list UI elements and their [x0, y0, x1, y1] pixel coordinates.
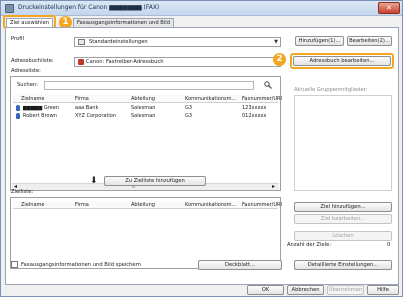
destination-list-label: Zielliste: — [11, 189, 34, 195]
addressbook-icon — [78, 59, 84, 65]
detailed-settings-button[interactable]: Detaillierte Einstellungen... — [294, 260, 392, 270]
add-destination-button[interactable]: Ziel hinzufügen... — [294, 202, 392, 212]
group-members-box — [294, 95, 392, 191]
cover-sheet-button[interactable]: Deckblatt... — [198, 260, 282, 270]
cell-company: aaa Bank — [75, 105, 99, 111]
title-bar: Druckeinstellungen für Canon ▆▆▆▆▆▆▆ (FA… — [1, 1, 402, 16]
save-sender-info-checkbox[interactable] — [11, 261, 18, 268]
table-row[interactable]: Robert Brown XYZ Corporation Salesman G3… — [13, 112, 278, 120]
edit-destination-button[interactable]: Ziel bearbeiten... — [294, 214, 392, 224]
help-button[interactable]: Hilfe — [367, 285, 399, 295]
address-list-box: Suchen: Zielname Firma Abteilung Kommuni… — [10, 76, 282, 191]
column-header-department[interactable]: Abteilung — [131, 96, 155, 102]
tab-panel: Profil Standardeinstellungen ▼ Hinzufüge… — [5, 27, 399, 285]
add-to-destination-list-button[interactable]: Zu Zielliste hinzufügen — [104, 176, 206, 186]
ok-button[interactable]: OK — [247, 285, 284, 295]
delete-destination-button[interactable]: Löschen — [294, 231, 392, 241]
apply-button[interactable]: Übernehmen — [327, 285, 364, 295]
close-button[interactable]: ✕ — [378, 2, 400, 14]
chevron-down-icon: ▼ — [274, 39, 278, 45]
profile-add-button[interactable]: Hinzufügen(1)... — [295, 36, 344, 46]
destination-list-header: Zielname Firma Abteilung Kommunikationsm… — [13, 201, 282, 209]
column-header-name[interactable]: Zielname — [21, 202, 44, 208]
column-header-comm-mode[interactable]: Kommunikationsm... — [185, 96, 236, 102]
destination-count-value: 0 — [387, 242, 391, 248]
column-header-company[interactable]: Firma — [75, 202, 89, 208]
column-header-fax-number[interactable]: Faxnummer/URI — [242, 96, 282, 102]
save-sender-info-label: Faxausgangsinformationen und Bild speich… — [21, 262, 141, 268]
cell-comm-mode: G3 — [185, 105, 193, 111]
cell-name: Robert Brown — [23, 113, 57, 119]
profile-label: Profil — [11, 36, 24, 42]
column-header-company[interactable]: Firma — [75, 96, 89, 102]
column-header-department[interactable]: Abteilung — [131, 202, 155, 208]
profile-edit-button[interactable]: Bearbeiten(2)... — [347, 36, 392, 46]
profile-select-value: Standardeinstellungen — [89, 39, 148, 45]
column-header-fax-number[interactable]: Faxnummer/URI — [242, 202, 282, 208]
edit-addressbook-button[interactable]: Adressbuch bearbeiten... — [293, 56, 391, 66]
arrow-down-icon: ⬇ — [90, 176, 98, 186]
window-title: Druckeinstellungen für Canon ▆▆▆▆▆▆▆ (FA… — [18, 4, 160, 11]
table-row[interactable]: ▆▆▆▆▆ Green aaa Bank Salesman G3 123xxxx… — [13, 104, 278, 112]
addressbook-list-label: Adressbuchliste: — [11, 58, 54, 64]
cell-company: XYZ Corporation — [75, 113, 117, 119]
group-members-label: Aktuelle Gruppenmitglieder: — [294, 87, 368, 93]
address-list-label: Adressliste: — [11, 68, 41, 74]
search-icon[interactable] — [264, 81, 272, 89]
search-label: Suchen: — [17, 82, 38, 88]
person-icon — [16, 113, 20, 119]
person-icon — [16, 105, 20, 111]
destination-list-box: Zielname Firma Abteilung Kommunikationsm… — [10, 197, 282, 269]
destination-count-label: Anzahl der Ziele: — [287, 242, 331, 248]
scroll-right-icon[interactable]: ▸ — [272, 183, 275, 190]
address-list-header: Zielname Firma Abteilung Kommunikationsm… — [13, 95, 282, 103]
cell-fax-number: 123xxxxx — [242, 105, 267, 111]
search-input[interactable] — [44, 81, 254, 90]
column-header-comm-mode[interactable]: Kommunikationsm... — [185, 202, 236, 208]
addressbook-select-value: Canon: Faxtreiber-Adressbuch — [86, 59, 164, 65]
cell-fax-number: 012xxxxx — [242, 113, 267, 119]
printer-app-icon — [5, 4, 14, 13]
addressbook-select[interactable]: Canon: Faxtreiber-Adressbuch — [74, 57, 281, 67]
print-settings-window: Druckeinstellungen für Canon ▆▆▆▆▆▆▆ (FA… — [0, 0, 403, 297]
column-header-name[interactable]: Zielname — [21, 96, 44, 102]
profile-select[interactable]: Standardeinstellungen ▼ — [74, 37, 281, 47]
callout-2-badge: 2 — [273, 53, 286, 66]
cell-comm-mode: G3 — [185, 113, 193, 119]
cell-name: ▆▆▆▆▆ Green — [23, 105, 59, 111]
cancel-button[interactable]: Abbrechen — [287, 285, 324, 295]
profile-icon — [78, 39, 85, 45]
cell-department: Salesman — [131, 113, 156, 119]
cell-department: Salesman — [131, 105, 156, 111]
